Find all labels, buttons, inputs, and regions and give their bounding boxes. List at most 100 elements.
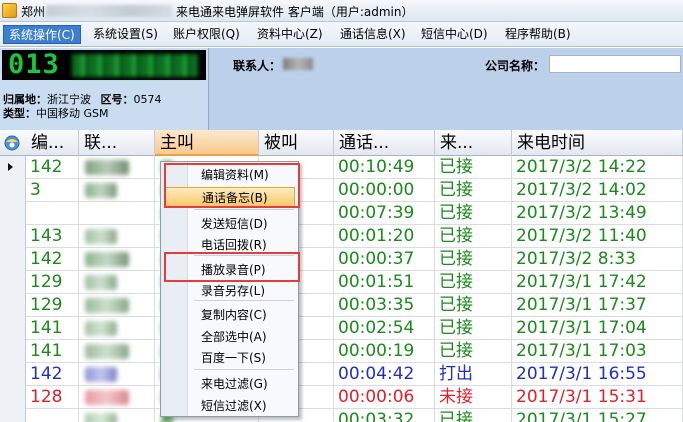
- cell-direction: 已接: [435, 179, 512, 202]
- cell-direction: 已接: [435, 248, 512, 271]
- cell-direction: 已接: [435, 294, 512, 317]
- menu-save-recording-as[interactable]: 录音另存(L): [164, 281, 295, 301]
- redacted-contact-name: [283, 58, 313, 70]
- cell-duration: 00:01:51: [334, 271, 435, 294]
- cell-id: 142: [26, 248, 79, 271]
- menu-account-permissions[interactable]: 账户权限(Q): [168, 25, 245, 44]
- table-row[interactable]: 142 00:00:37 已接 2017/3/2 8:33: [0, 248, 683, 271]
- menu-select-all[interactable]: 全部选中(A): [164, 327, 295, 347]
- row-indicator[interactable]: [0, 363, 26, 386]
- cell-duration: 00:03:32: [334, 409, 435, 422]
- table-row[interactable]: 129 00:01:51 已接 2017/3/1 17:42: [0, 271, 683, 294]
- header-caller[interactable]: 主叫: [155, 130, 259, 156]
- area-code-value: 0574: [133, 93, 162, 106]
- row-indicator[interactable]: [0, 156, 26, 179]
- cell-call-time: 2017/3/2 14:02: [512, 179, 683, 202]
- cell-call-time: 2017/3/1 16:55: [512, 363, 683, 386]
- context-menu-separator: [194, 209, 294, 210]
- cell-direction: 已接: [435, 225, 512, 248]
- cell-duration: 00:00:06: [334, 386, 435, 409]
- row-indicator[interactable]: [0, 179, 26, 202]
- cell-direction: 已接: [435, 317, 512, 340]
- app-icon: [2, 3, 17, 18]
- menu-system-operation[interactable]: 系统操作(C): [3, 25, 81, 44]
- caller-number: 013: [8, 49, 60, 80]
- cell-contact: [79, 156, 155, 179]
- row-indicator[interactable]: [0, 294, 26, 317]
- cell-contact: [79, 202, 155, 225]
- cell-direction: 未接: [435, 386, 512, 409]
- header-callee[interactable]: 被叫: [259, 130, 334, 156]
- row-indicator[interactable]: [0, 248, 26, 271]
- header-direction[interactable]: 来...: [435, 130, 512, 156]
- row-indicator[interactable]: [0, 386, 26, 409]
- table-row[interactable]: 00:03:32 已接 2017/3/1 15:27: [0, 409, 683, 422]
- menu-sms-center[interactable]: 短信中心(D): [416, 25, 493, 44]
- header-duration[interactable]: 通话...: [334, 130, 435, 156]
- menu-sms-filter[interactable]: 短信过滤(X): [164, 396, 295, 416]
- cell-call-time: 2017/3/1 15:31: [512, 386, 683, 409]
- cell-direction: 已接: [435, 156, 512, 179]
- table-row[interactable]: 00:07:39 已接 2017/3/2 13:49: [0, 202, 683, 225]
- cell-direction: 已接: [435, 202, 512, 225]
- cell-contact: [79, 317, 155, 340]
- row-indicator[interactable]: [0, 202, 26, 225]
- grid-settings-icon[interactable]: [2, 134, 22, 152]
- header-call-time[interactable]: 来电时间: [512, 130, 683, 156]
- menu-send-sms[interactable]: 发送短信(D): [164, 214, 295, 234]
- cell-id: [26, 409, 79, 422]
- redacted-contact-name: [85, 344, 129, 359]
- menu-system-settings[interactable]: 系统设置(S): [88, 25, 163, 44]
- cell-id: 143: [26, 225, 79, 248]
- call-records-grid: 编... 联... 主叫 被叫 通话... 来... 来电时间 142 00:10…: [0, 130, 683, 422]
- cell-id: 129: [26, 294, 79, 317]
- cell-contact: [79, 179, 155, 202]
- table-row[interactable]: 3 00:00:00 已接 2017/3/2 14:02: [0, 179, 683, 202]
- cell-direction: 已接: [435, 271, 512, 294]
- table-row[interactable]: 129 00:03:35 已接 2017/3/1 17:37: [0, 294, 683, 317]
- table-row[interactable]: 142 00:04:42 打出 2017/3/1 16:55: [0, 363, 683, 386]
- row-indicator[interactable]: [0, 225, 26, 248]
- cell-contact: [79, 294, 155, 317]
- menu-baidu-search[interactable]: 百度一下(S): [164, 348, 295, 368]
- cell-contact: [79, 409, 155, 422]
- row-indicator[interactable]: [0, 317, 26, 340]
- company-field[interactable]: [549, 55, 681, 73]
- cell-contact: [79, 225, 155, 248]
- row-indicator[interactable]: [0, 340, 26, 363]
- contact-label: 联系人：: [233, 59, 282, 73]
- redacted-number: [72, 54, 198, 77]
- menu-help[interactable]: 程序帮助(B): [500, 25, 576, 44]
- row-indicator[interactable]: [0, 409, 26, 422]
- redacted-contact-name: [85, 321, 117, 336]
- header-id[interactable]: 编...: [26, 130, 79, 156]
- cell-call-time: 2017/3/2 13:49: [512, 202, 683, 225]
- table-row[interactable]: 128 00:00:06 未接 2017/3/1 15:31: [0, 386, 683, 409]
- menu-call-info[interactable]: 通话信息(X): [335, 25, 411, 44]
- grid-header: 编... 联... 主叫 被叫 通话... 来... 来电时间: [0, 130, 683, 156]
- cell-duration: 00:03:35: [334, 294, 435, 317]
- cell-duration: 00:07:39: [334, 202, 435, 225]
- annotation-box-play-recording: [164, 252, 300, 282]
- menu-call-filter[interactable]: 来电过滤(G): [164, 374, 295, 394]
- table-row[interactable]: 141 00:00:19 已接 2017/3/1 17:03: [0, 340, 683, 363]
- redacted-contact-name: [85, 367, 117, 382]
- cell-id: 128: [26, 386, 79, 409]
- redacted-contact-name: [85, 183, 117, 198]
- menu-copy-content[interactable]: 复制内容(C): [164, 305, 295, 325]
- menu-data-center[interactable]: 资料中心(Z): [252, 25, 328, 44]
- cell-contact: [79, 271, 155, 294]
- context-menu-separator: [194, 369, 294, 370]
- table-row[interactable]: 143 00:01:20 已接 2017/3/2 11:40: [0, 225, 683, 248]
- header-contact[interactable]: 联...: [79, 130, 155, 156]
- cell-call-time: 2017/3/1 17:04: [512, 317, 683, 340]
- cell-id: 142: [26, 156, 79, 179]
- cell-contact: [79, 363, 155, 386]
- table-row[interactable]: 142 00:10:49 已接 2017/3/2 14:22: [0, 156, 683, 179]
- cell-duration: 00:02:54: [334, 317, 435, 340]
- redacted-contact-name: [85, 252, 129, 267]
- table-row[interactable]: 141 00:02:54 已接 2017/3/1 17:04: [0, 317, 683, 340]
- cell-id: 142: [26, 363, 79, 386]
- row-indicator[interactable]: [0, 271, 26, 294]
- redacted-contact-name: [85, 413, 117, 422]
